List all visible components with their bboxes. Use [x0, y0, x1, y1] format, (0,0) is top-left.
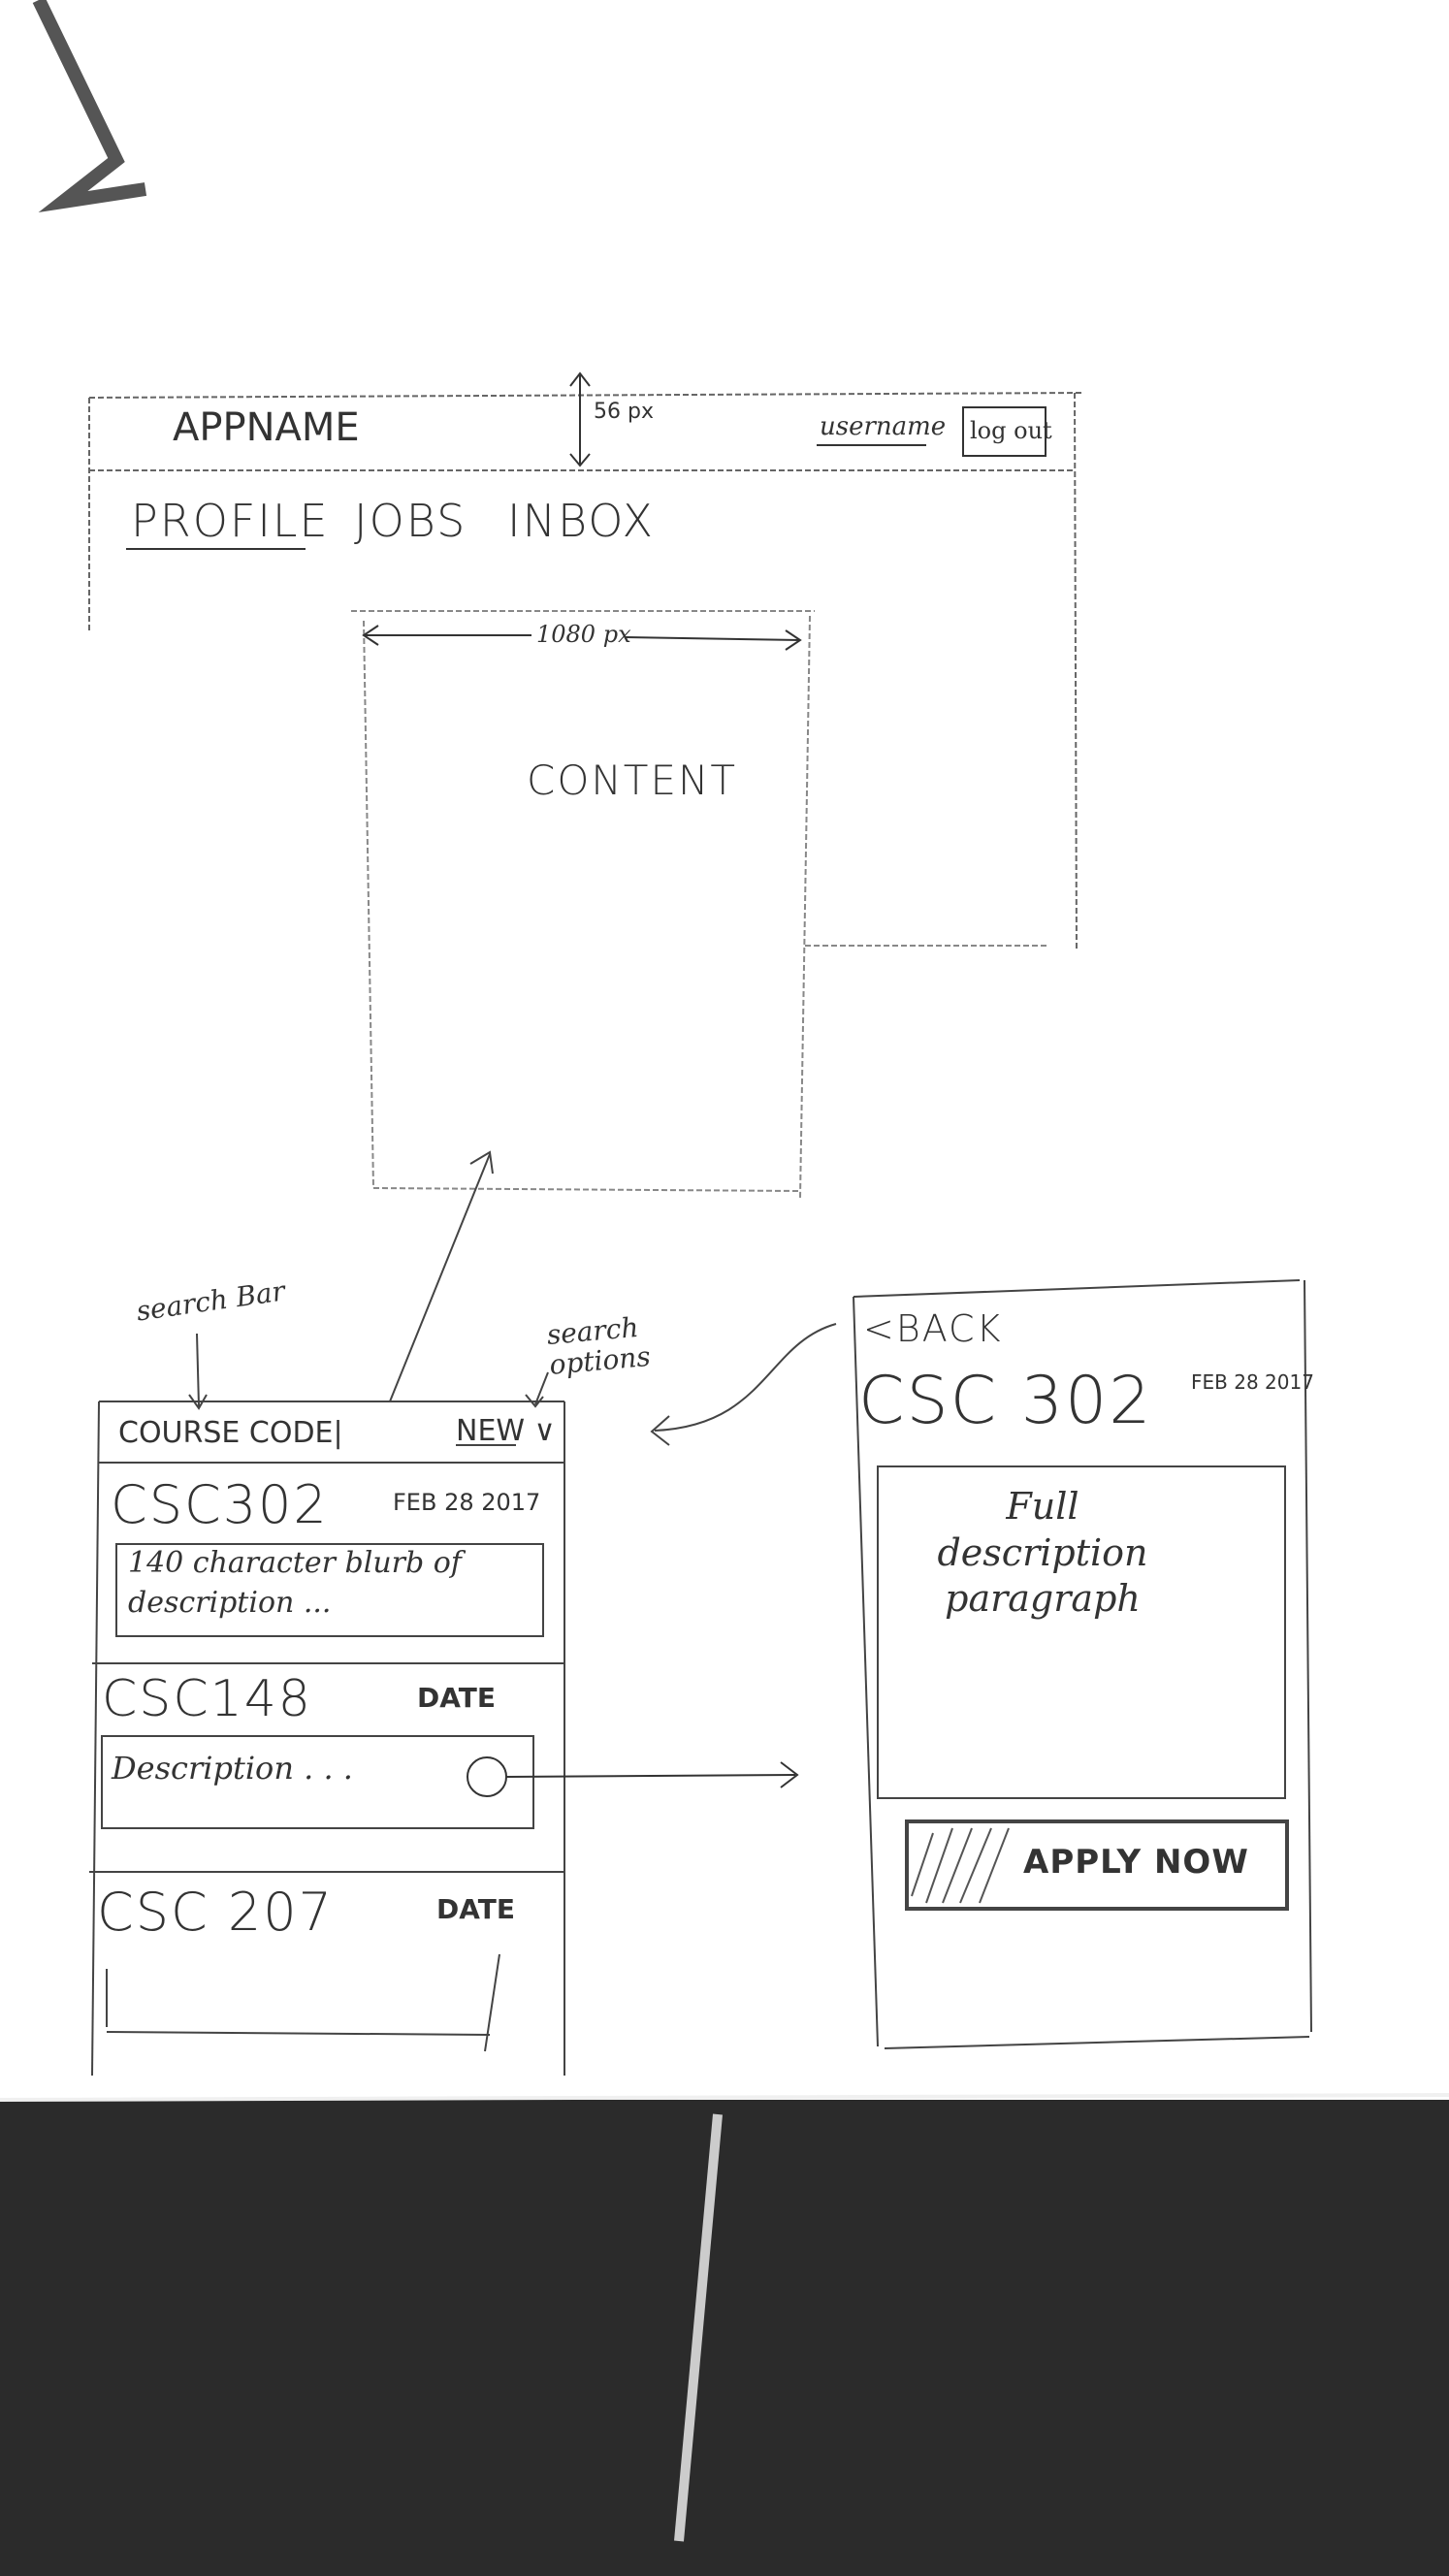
width-note: 1080 px	[536, 621, 631, 648]
course-code: CSC 207	[97, 1882, 334, 1943]
item-date: FEB 28 2017	[393, 1489, 541, 1516]
username-link[interactable]: username	[820, 412, 946, 441]
back-button[interactable]: <BACK	[863, 1307, 1003, 1350]
sort-dropdown[interactable]: NEW ∨	[456, 1414, 556, 1448]
content-label: CONTENT	[527, 757, 738, 804]
detail-date: FEB 28 2017	[1191, 1370, 1314, 1394]
item-description: 140 character blurb of description ...	[128, 1546, 462, 1620]
corner-mark	[32, 0, 147, 212]
height-arrow	[569, 371, 591, 467]
detail-description: Full description paragraph	[937, 1485, 1148, 1620]
search-input[interactable]: COURSE CODE|	[118, 1416, 343, 1450]
list-item[interactable]: CSC302 FEB 28 2017 140 character blurb o…	[109, 1474, 555, 1654]
desktop-frame	[88, 392, 1085, 951]
course-code: CSC302	[111, 1474, 329, 1535]
detail-course-code: CSC 302	[858, 1363, 1153, 1439]
height-note: 56 px	[594, 400, 654, 424]
item-date: DATE	[417, 1682, 496, 1714]
list-to-content-arrow	[389, 1150, 494, 1402]
app-name: APPNAME	[173, 405, 360, 450]
tab-profile[interactable]: PROFILE	[131, 495, 330, 547]
logout-button[interactable]: log out	[970, 417, 1052, 444]
tab-inbox[interactable]: INBOX	[507, 495, 655, 547]
item-description: Description . . .	[112, 1750, 353, 1787]
list-item[interactable]: CSC 207 DATE	[97, 1882, 553, 2061]
chevron-down-icon: ∨	[525, 1414, 556, 1448]
content-frame	[351, 610, 1047, 1199]
sort-label: NEW	[456, 1414, 526, 1448]
tab-jobs[interactable]: JOBS	[354, 495, 467, 547]
course-code: CSC148	[102, 1670, 312, 1728]
apply-now-button[interactable]: APPLY NOW	[1023, 1843, 1249, 1882]
item-date: DATE	[436, 1893, 515, 1925]
list-item[interactable]: CSC148 DATE Description . . .	[102, 1670, 558, 1850]
